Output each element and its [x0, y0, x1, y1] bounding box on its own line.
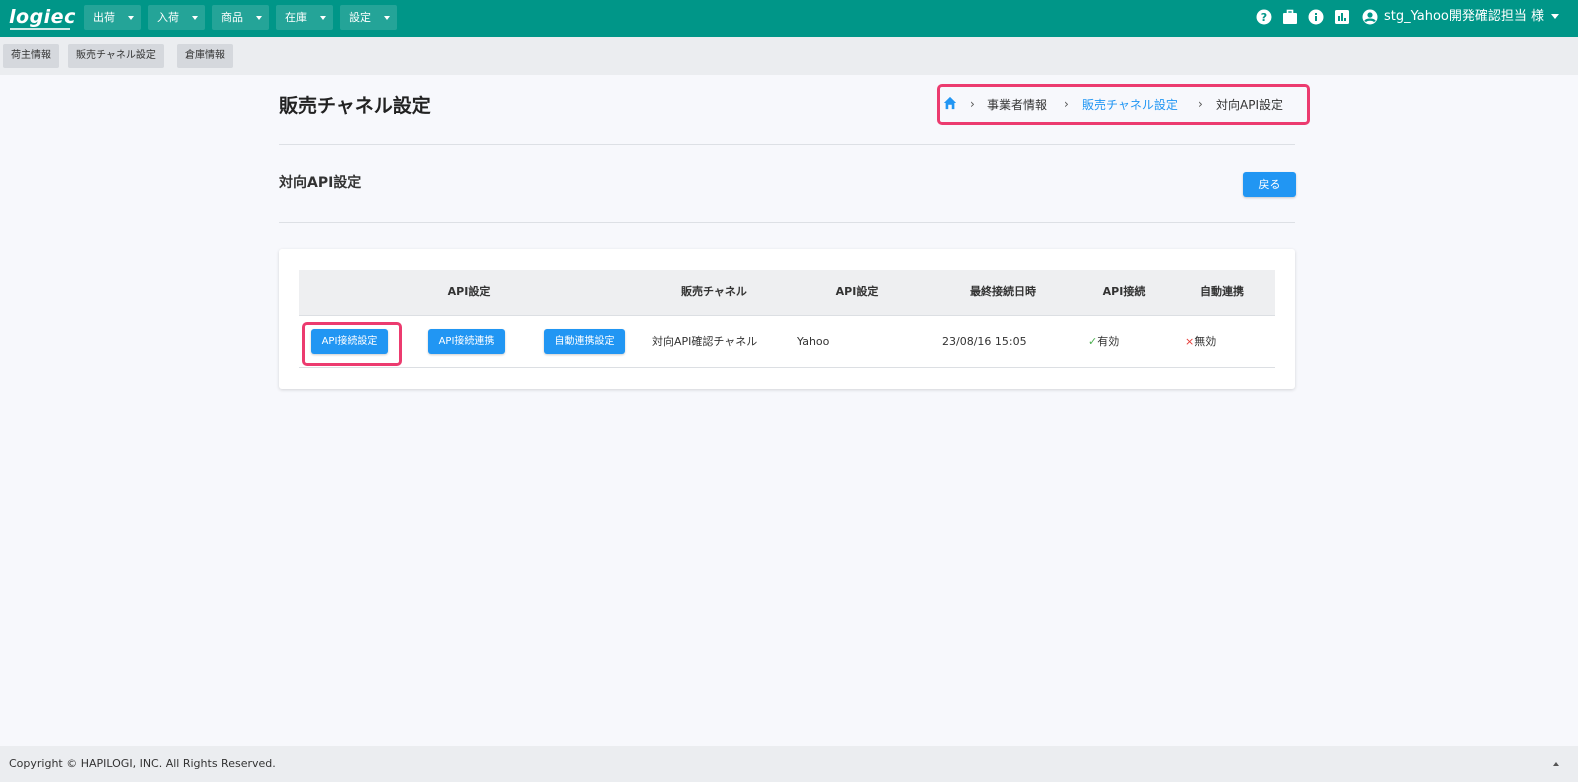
chevron-down-icon: [128, 16, 134, 20]
chevron-down-icon: [384, 16, 390, 20]
back-button[interactable]: 戻る: [1243, 172, 1296, 197]
logo[interactable]: logiec: [9, 6, 76, 28]
api-connection-link-button[interactable]: API接続連携: [428, 329, 505, 354]
subnav-sales-channel[interactable]: 販売チャネル設定: [68, 44, 164, 68]
breadcrumb-current: 対向API設定: [1216, 98, 1283, 112]
chevron-down-icon[interactable]: [1551, 14, 1559, 19]
menu-receiving-label: 入荷: [157, 11, 179, 24]
copyright: Copyright © HAPILOGI, INC. All Rights Re…: [9, 757, 276, 770]
logo-underline: [10, 28, 70, 30]
breadcrumb-sales-channel[interactable]: 販売チャネル設定: [1082, 97, 1178, 113]
menu-products-label: 商品: [221, 11, 243, 24]
auto-link-settings-button[interactable]: 自動連携設定: [544, 329, 625, 354]
table-header: API設定 販売チャネル API設定 最終接続日時 API接続 自動連携: [299, 270, 1275, 316]
menu-shipping-label: 出荷: [93, 11, 115, 24]
chart-icon[interactable]: [1334, 9, 1350, 25]
highlight-annotation: [302, 322, 402, 366]
table-row: API接続設定 API接続連携 自動連携設定 対向API確認チャネル Yahoo…: [299, 316, 1275, 368]
home-icon[interactable]: [943, 96, 957, 110]
cell-channel: 対向API確認チャネル: [652, 335, 758, 348]
svg-text:?: ?: [1261, 11, 1267, 24]
cell-auto-link: ×無効: [1185, 335, 1216, 349]
top-app-bar: logiec 出荷 入荷 商品 在庫 設定 ? stg_Yahoo開発確認担当 …: [0, 0, 1578, 37]
cell-last-connected: 23/08/16 15:05: [942, 335, 1027, 348]
menu-inventory[interactable]: 在庫: [276, 5, 333, 30]
breadcrumb-separator-icon: ›: [1198, 97, 1203, 111]
user-menu[interactable]: stg_Yahoo開発確認担当 様: [1384, 8, 1544, 26]
check-icon: ✓: [1088, 335, 1098, 348]
subnav-warehouse-info[interactable]: 倉庫情報: [177, 44, 233, 68]
column-header-api-connection: API接続: [1102, 285, 1146, 298]
menu-receiving[interactable]: 入荷: [148, 5, 205, 30]
subnav-shipper-info[interactable]: 荷主情報: [3, 44, 59, 68]
menu-products[interactable]: 商品: [212, 5, 269, 30]
chevron-down-icon: [320, 16, 326, 20]
breadcrumb: › 事業者情報 › 販売チャネル設定 › 対向API設定: [937, 84, 1310, 125]
page-title: 販売チャネル設定: [279, 95, 431, 117]
divider: [279, 222, 1295, 223]
column-header-last-connected: 最終接続日時: [970, 285, 1036, 298]
breadcrumb-separator-icon: ›: [1064, 97, 1069, 111]
info-icon[interactable]: [1308, 9, 1324, 25]
briefcase-icon[interactable]: [1282, 9, 1298, 25]
chevron-down-icon: [256, 16, 262, 20]
help-icon[interactable]: ?: [1256, 9, 1272, 25]
footer: Copyright © HAPILOGI, INC. All Rights Re…: [0, 746, 1578, 782]
column-header-auto-link: 自動連携: [1200, 285, 1244, 298]
api-settings-card: API設定 販売チャネル API設定 最終接続日時 API接続 自動連携 API…: [279, 249, 1295, 389]
menu-settings-label: 設定: [349, 11, 371, 24]
chevron-down-icon: [192, 16, 198, 20]
menu-inventory-label: 在庫: [285, 11, 307, 24]
breadcrumb-business-info[interactable]: 事業者情報: [987, 97, 1047, 113]
cell-api-connection: ✓有効: [1088, 335, 1119, 349]
section-title: 対向API設定: [279, 175, 362, 191]
column-header-api-setting: API設定: [447, 285, 491, 298]
auto-link-status: 無効: [1194, 335, 1217, 348]
account-icon[interactable]: [1362, 9, 1378, 25]
column-header-api-setting-2: API設定: [835, 285, 879, 298]
api-connection-status: 有効: [1097, 335, 1120, 348]
cross-icon: ×: [1185, 335, 1195, 348]
column-header-sales-channel: 販売チャネル: [681, 285, 747, 298]
breadcrumb-separator-icon: ›: [970, 97, 975, 111]
chevron-up-icon[interactable]: [1553, 762, 1559, 766]
menu-shipping[interactable]: 出荷: [84, 5, 141, 30]
cell-api-setting: Yahoo: [797, 335, 830, 348]
divider: [279, 144, 1295, 145]
sub-navigation: 荷主情報 販売チャネル設定 倉庫情報: [0, 37, 1578, 75]
menu-settings[interactable]: 設定: [340, 5, 397, 30]
